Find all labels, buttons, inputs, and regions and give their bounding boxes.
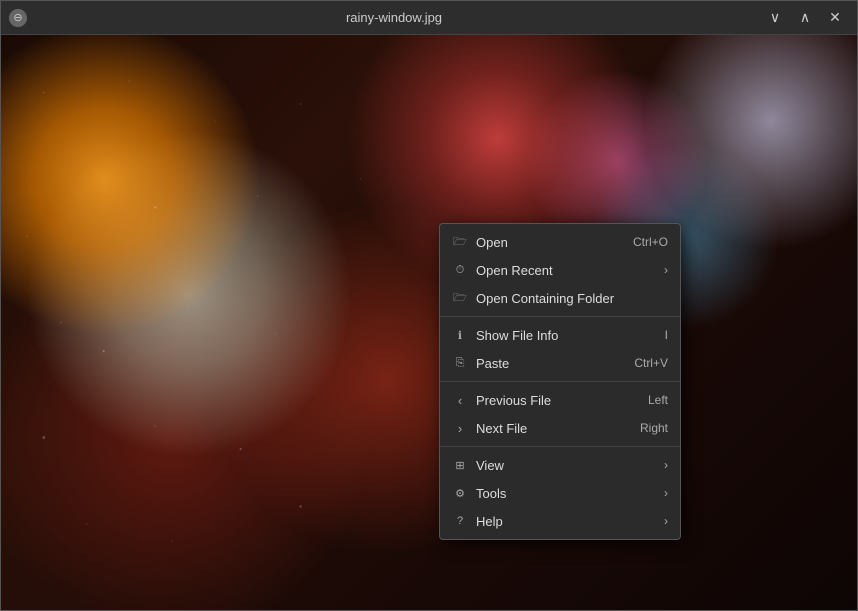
paste-label: Paste: [476, 356, 509, 371]
menu-item-view[interactable]: ⊞ View ›: [440, 451, 680, 479]
tools-label: Tools: [476, 486, 506, 501]
separator-separator3: [440, 446, 680, 447]
menu-item-open-recent[interactable]: ⏱ Open Recent ›: [440, 256, 680, 284]
window-title: rainy-window.jpg: [346, 10, 442, 25]
titlebar: ⊖ rainy-window.jpg ∨ ∧ ✕: [1, 1, 857, 35]
context-menu: 🗁 Open Ctrl+O ⏱ Open Recent › 🗁 Open Containing…: [439, 223, 681, 540]
show-info-shortcut: I: [665, 328, 668, 342]
menu-item-tools[interactable]: ⚙ Tools ›: [440, 479, 680, 507]
show-info-label: Show File Info: [476, 328, 558, 343]
open-shortcut: Ctrl+O: [633, 235, 668, 249]
tools-submenu-arrow: ›: [664, 486, 668, 500]
menu-item-open[interactable]: 🗁 Open Ctrl+O: [440, 228, 680, 256]
view-submenu-arrow: ›: [664, 458, 668, 472]
open-folder-label: Open Containing Folder: [476, 291, 614, 306]
maximize-button[interactable]: ∧: [791, 4, 819, 32]
folder-open-icon: 🗁: [452, 234, 468, 250]
rain-overlay: [1, 35, 857, 610]
view-label: View: [476, 458, 504, 473]
next-file-shortcut: Right: [640, 421, 668, 435]
close-button[interactable]: ✕: [821, 4, 849, 32]
menu-item-open-folder[interactable]: 🗁 Open Containing Folder: [440, 284, 680, 312]
paste-icon: ⎘: [452, 355, 468, 371]
tools-icon: ⚙: [452, 485, 468, 501]
prev-file-shortcut: Left: [648, 393, 668, 407]
help-submenu-arrow: ›: [664, 514, 668, 528]
main-window: ⊖ rainy-window.jpg ∨ ∧ ✕ 🗁 Open Ctrl+O ⏱ Ope…: [0, 0, 858, 611]
menu-item-help[interactable]: ? Help ›: [440, 507, 680, 535]
open-recent-label: Open Recent: [476, 263, 553, 278]
folder-icon: 🗁: [452, 290, 468, 306]
menu-item-paste[interactable]: ⎘ Paste Ctrl+V: [440, 349, 680, 377]
help-icon: ?: [452, 513, 468, 529]
recent-icon: ⏱: [452, 262, 468, 278]
open-recent-submenu-arrow: ›: [664, 263, 668, 277]
titlebar-controls: ∨ ∧ ✕: [761, 4, 849, 32]
minimize-button[interactable]: ∨: [761, 4, 789, 32]
next-icon: ›: [452, 421, 468, 436]
separator-separator1: [440, 316, 680, 317]
prev-file-label: Previous File: [476, 393, 551, 408]
info-icon: ℹ: [452, 327, 468, 343]
view-icon: ⊞: [452, 457, 468, 473]
window-icon: ⊖: [9, 9, 27, 27]
menu-item-show-info[interactable]: ℹ Show File Info I: [440, 321, 680, 349]
image-area: 🗁 Open Ctrl+O ⏱ Open Recent › 🗁 Open Containing…: [1, 35, 857, 610]
titlebar-left: ⊖: [9, 9, 27, 27]
paste-shortcut: Ctrl+V: [634, 356, 668, 370]
help-label: Help: [476, 514, 503, 529]
menu-item-next-file[interactable]: › Next File Right: [440, 414, 680, 442]
menu-item-prev-file[interactable]: ‹ Previous File Left: [440, 386, 680, 414]
separator-separator2: [440, 381, 680, 382]
next-file-label: Next File: [476, 421, 527, 436]
prev-icon: ‹: [452, 393, 468, 408]
open-label: Open: [476, 235, 508, 250]
